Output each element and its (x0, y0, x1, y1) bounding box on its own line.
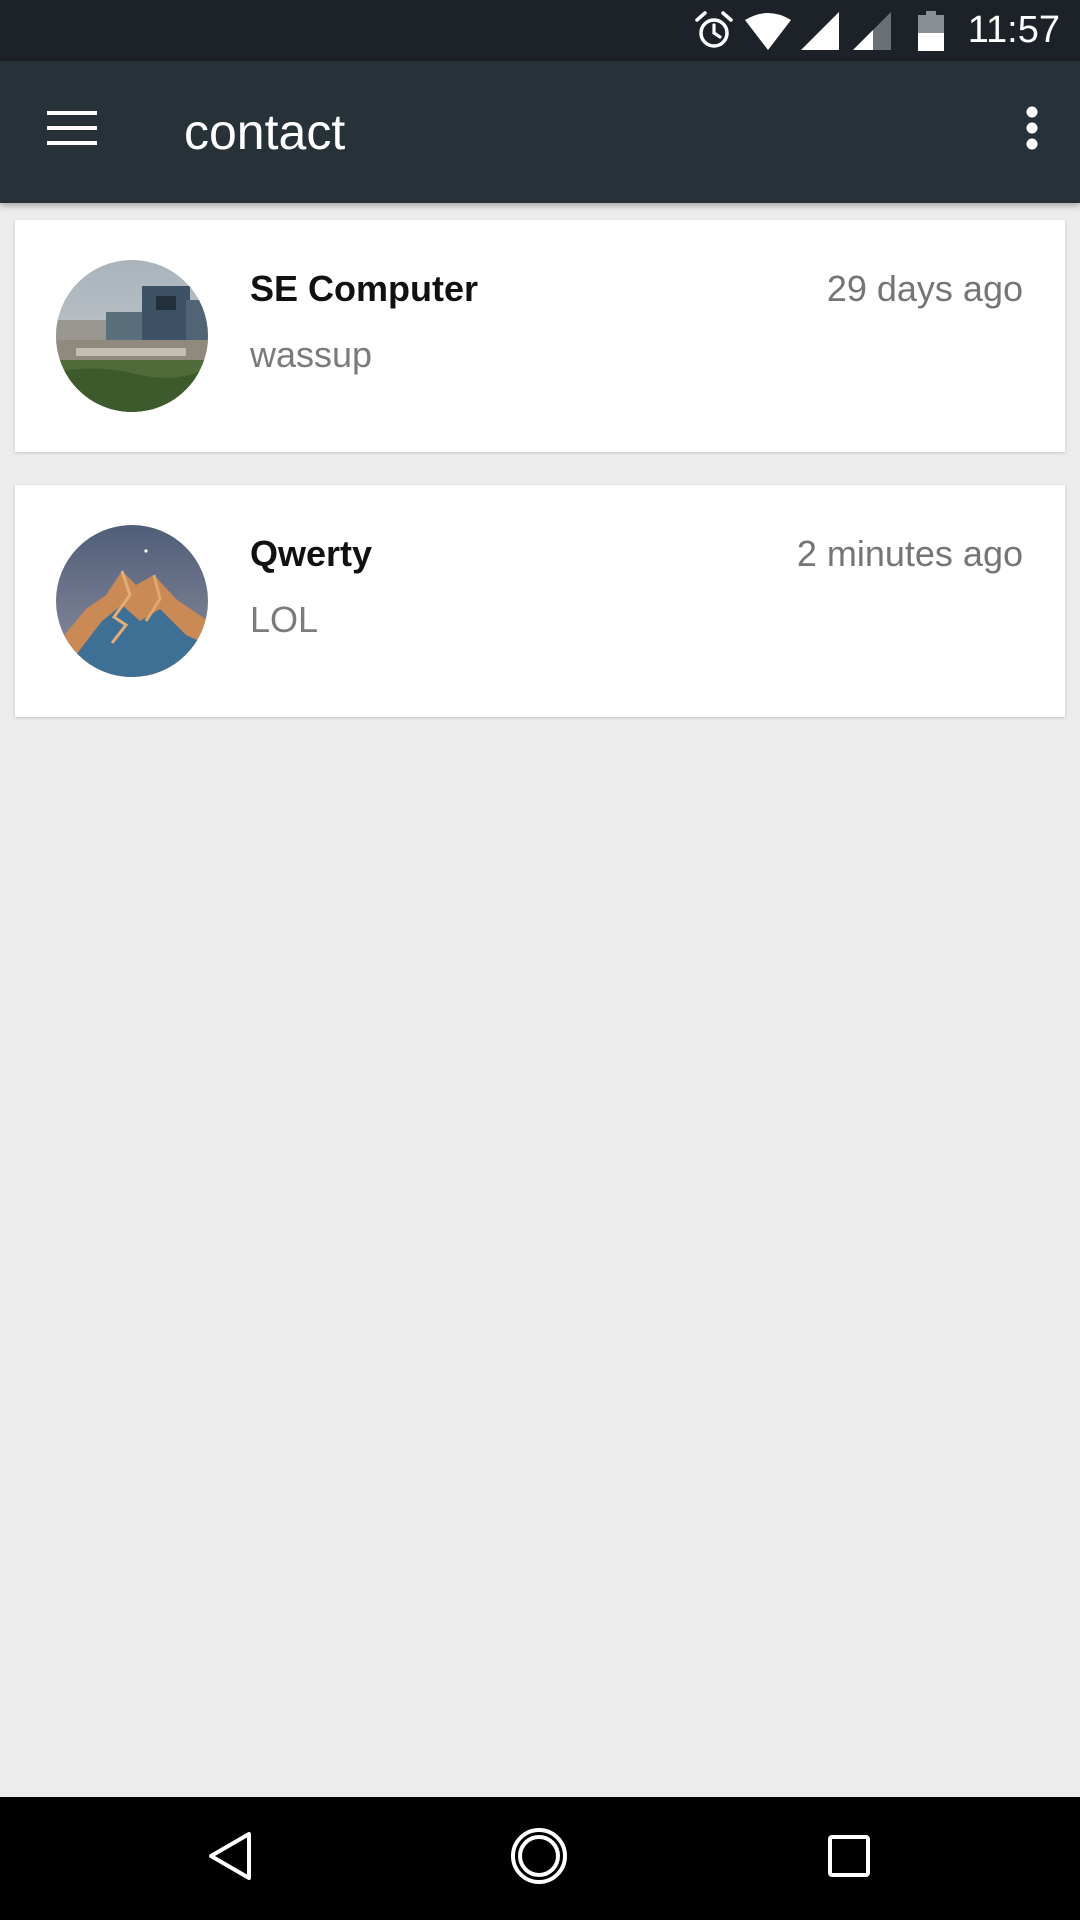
wifi-icon (744, 0, 792, 61)
back-triangle-icon (205, 1830, 255, 1887)
battery-icon (916, 0, 946, 61)
building-photo-avatar (56, 260, 208, 412)
app-bar: contact (0, 61, 1080, 203)
contact-timestamp: 29 days ago (826, 268, 1023, 309)
system-nav-bar (0, 1797, 1080, 1920)
last-message: wassup (250, 334, 373, 375)
status-time: 11:57 (967, 9, 1060, 51)
last-message: LOL (250, 599, 319, 640)
contact-name: SE Computer (250, 268, 479, 309)
page-title: contact (184, 104, 346, 160)
status-bar: 11:57 (0, 0, 1080, 61)
hamburger-menu-icon (47, 110, 97, 150)
home-button[interactable] (489, 1808, 589, 1908)
alarm-icon (692, 0, 736, 61)
mountain-photo-avatar (56, 525, 208, 677)
recents-button[interactable] (799, 1808, 899, 1908)
signal-icon (800, 0, 840, 61)
avatar (56, 260, 208, 412)
contact-name: Qwerty (250, 533, 373, 574)
contact-timestamp: 2 minutes ago (796, 533, 1023, 574)
menu-button[interactable] (24, 82, 120, 178)
signal-weak-icon (852, 0, 892, 61)
home-circle-icon (509, 1826, 569, 1891)
list-item[interactable]: SE Computer 29 days ago wassup (15, 220, 1065, 452)
more-vert-icon (1026, 106, 1038, 155)
more-options-button[interactable] (1000, 82, 1064, 178)
recents-square-icon (827, 1834, 871, 1883)
list-item[interactable]: Qwerty 2 minutes ago LOL (15, 485, 1065, 717)
avatar (56, 525, 208, 677)
back-button[interactable] (180, 1808, 280, 1908)
